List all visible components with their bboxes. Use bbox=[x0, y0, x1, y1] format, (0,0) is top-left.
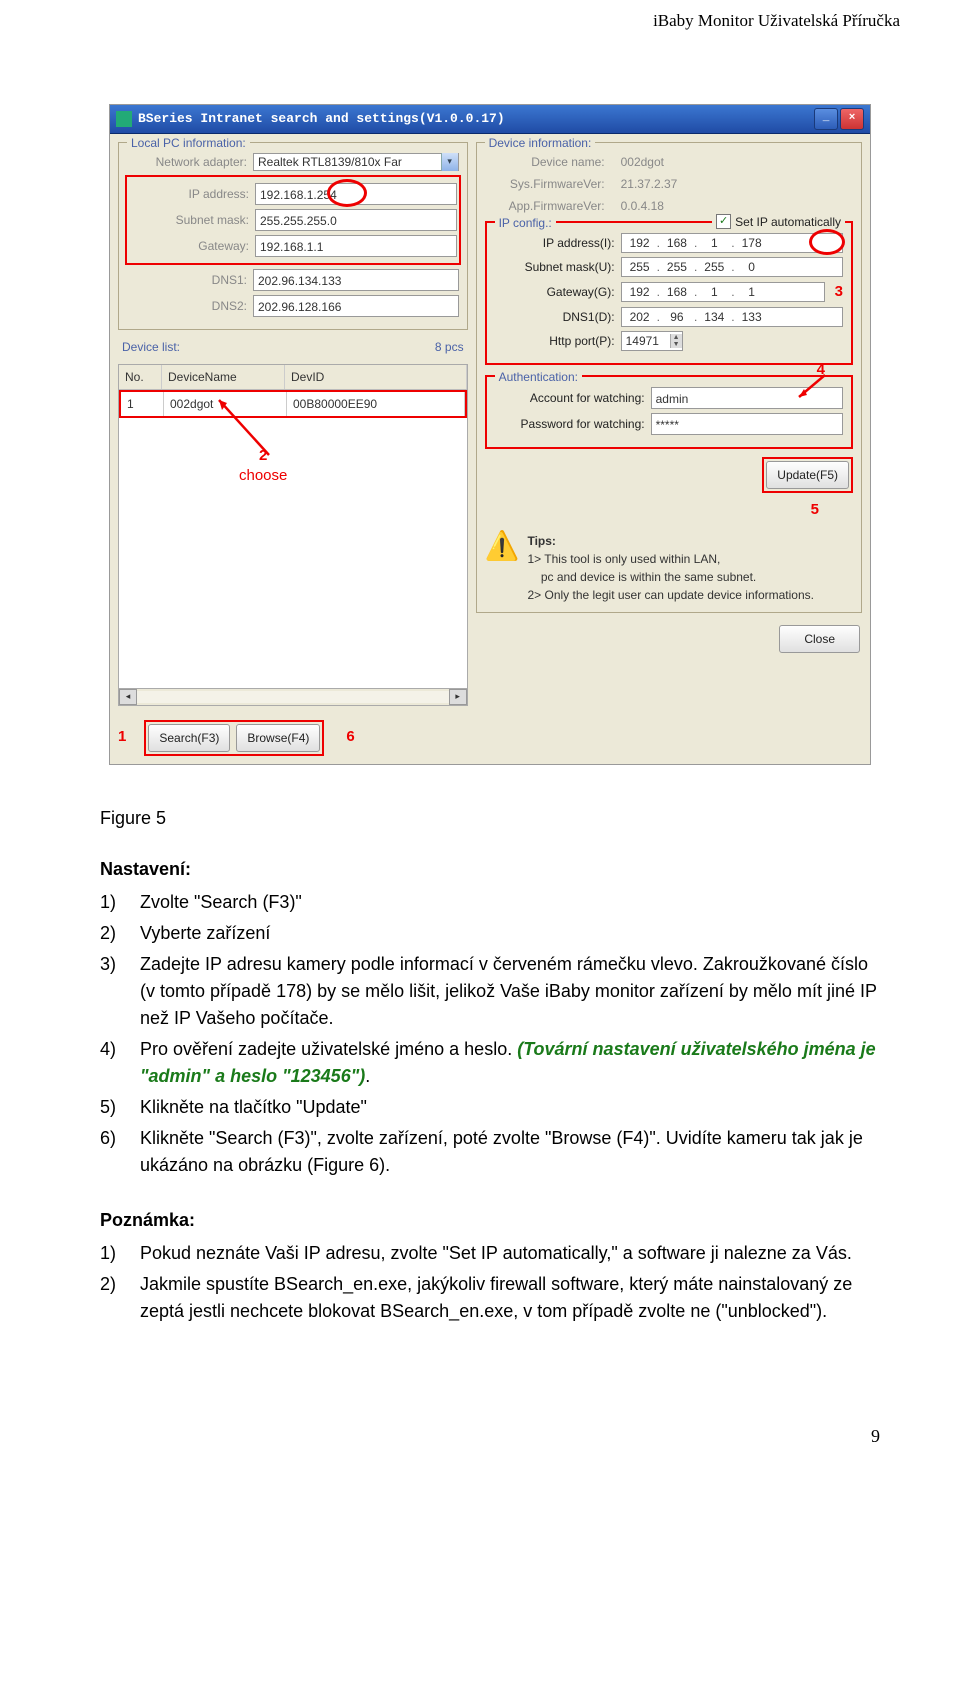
ann-6: 6 bbox=[346, 726, 354, 749]
ipconfig-subnet[interactable]: 255.255.255.0 bbox=[621, 257, 843, 277]
note-list: 1)Pokud neznáte Vaši IP adresu, zvolte "… bbox=[100, 1240, 880, 1325]
note-heading: Poznámka: bbox=[100, 1207, 880, 1234]
figure-label: Figure 5 bbox=[100, 805, 880, 832]
adapter-label: Network adapter: bbox=[127, 153, 247, 171]
ann-1: 1 bbox=[118, 726, 126, 749]
table-row[interactable]: 1 002dgot 00B80000EE90 bbox=[119, 390, 467, 418]
setup-heading: Nastavení: bbox=[100, 856, 880, 883]
th-name: DeviceName bbox=[162, 365, 285, 389]
devlist-label: Device list: bbox=[122, 338, 180, 356]
ip-178-circle bbox=[809, 229, 845, 255]
setip-checkbox[interactable]: ✓ bbox=[716, 214, 731, 229]
auth-group-label: Authentication: bbox=[495, 368, 582, 386]
localpc-dns1: 202.96.134.133 bbox=[253, 269, 459, 291]
update-button[interactable]: Update(F5) bbox=[766, 461, 849, 489]
th-id: DevID bbox=[285, 365, 467, 389]
devinfo-sysfw: 21.37.2.37 bbox=[611, 175, 853, 193]
tips-text: Tips: 1> This tool is only used within L… bbox=[527, 532, 853, 604]
warning-icon: ⚠️ bbox=[485, 532, 520, 560]
page-number: 9 bbox=[0, 1393, 960, 1450]
localpc-dns2: 202.96.128.166 bbox=[253, 295, 459, 317]
scroll-right-icon[interactable]: ▸ bbox=[449, 689, 467, 705]
ipconfig-dns1[interactable]: 202.96.134.133 bbox=[621, 307, 843, 327]
close-window-button[interactable]: × bbox=[840, 108, 864, 130]
ipconfig-gateway[interactable]: 192.168.1.1 bbox=[621, 282, 825, 302]
choose-text: choose bbox=[239, 465, 287, 488]
setup-list: 1)Zvolte "Search (F3)" 2)Vyberte zařízen… bbox=[100, 889, 880, 1179]
setip-label: Set IP automatically bbox=[735, 213, 841, 231]
th-no: No. bbox=[119, 365, 162, 389]
adapter-select[interactable]: Realtek RTL8139/810x Far ▾ bbox=[253, 153, 459, 171]
localpc-group-label: Local PC information: bbox=[127, 134, 250, 152]
ann-5: 5 bbox=[811, 499, 819, 522]
app-screenshot: BSeries Intranet search and settings(V1.… bbox=[109, 104, 871, 765]
h-scrollbar[interactable]: ◂ ▸ bbox=[119, 688, 467, 705]
scroll-left-icon[interactable]: ◂ bbox=[119, 689, 137, 705]
ipconfig-group-label: IP config.: bbox=[495, 214, 556, 232]
device-table[interactable]: No. DeviceName DevID 1 002dgot 00B80000E… bbox=[118, 364, 468, 706]
choose-arrow bbox=[209, 395, 289, 475]
minimize-button[interactable]: _ bbox=[814, 108, 838, 130]
window-title: BSeries Intranet search and settings(V1.… bbox=[138, 109, 505, 129]
http-port-input[interactable]: 14971▲▼ bbox=[621, 331, 683, 351]
page-header: iBaby Monitor Uživatelská Příručka bbox=[0, 0, 960, 44]
localpc-gateway: 192.168.1.1 bbox=[255, 235, 457, 257]
auth-password-input[interactable]: ***** bbox=[651, 413, 843, 435]
arrow-4 bbox=[795, 373, 835, 403]
localpc-subnet: 255.255.255.0 bbox=[255, 209, 457, 231]
devlist-count: 8 pcs bbox=[435, 338, 464, 356]
devinfo-name: 002dgot bbox=[611, 153, 853, 171]
spinner-up-icon[interactable]: ▲ bbox=[671, 334, 682, 341]
ann-3: 3 bbox=[835, 281, 843, 304]
close-button[interactable]: Close bbox=[779, 625, 860, 653]
app-icon bbox=[116, 111, 132, 127]
localpc-redbox: IP address:192.168.1.254 Subnet mask:255… bbox=[125, 175, 461, 265]
spinner-down-icon[interactable]: ▼ bbox=[671, 341, 682, 348]
search-button[interactable]: Search(F3) bbox=[148, 724, 230, 752]
window-titlebar: BSeries Intranet search and settings(V1.… bbox=[110, 105, 870, 134]
browse-button[interactable]: Browse(F4) bbox=[236, 724, 320, 752]
ip-254-circle bbox=[327, 179, 367, 207]
devinfo-group-label: Device information: bbox=[485, 134, 596, 152]
dropdown-arrow-icon[interactable]: ▾ bbox=[441, 153, 458, 171]
